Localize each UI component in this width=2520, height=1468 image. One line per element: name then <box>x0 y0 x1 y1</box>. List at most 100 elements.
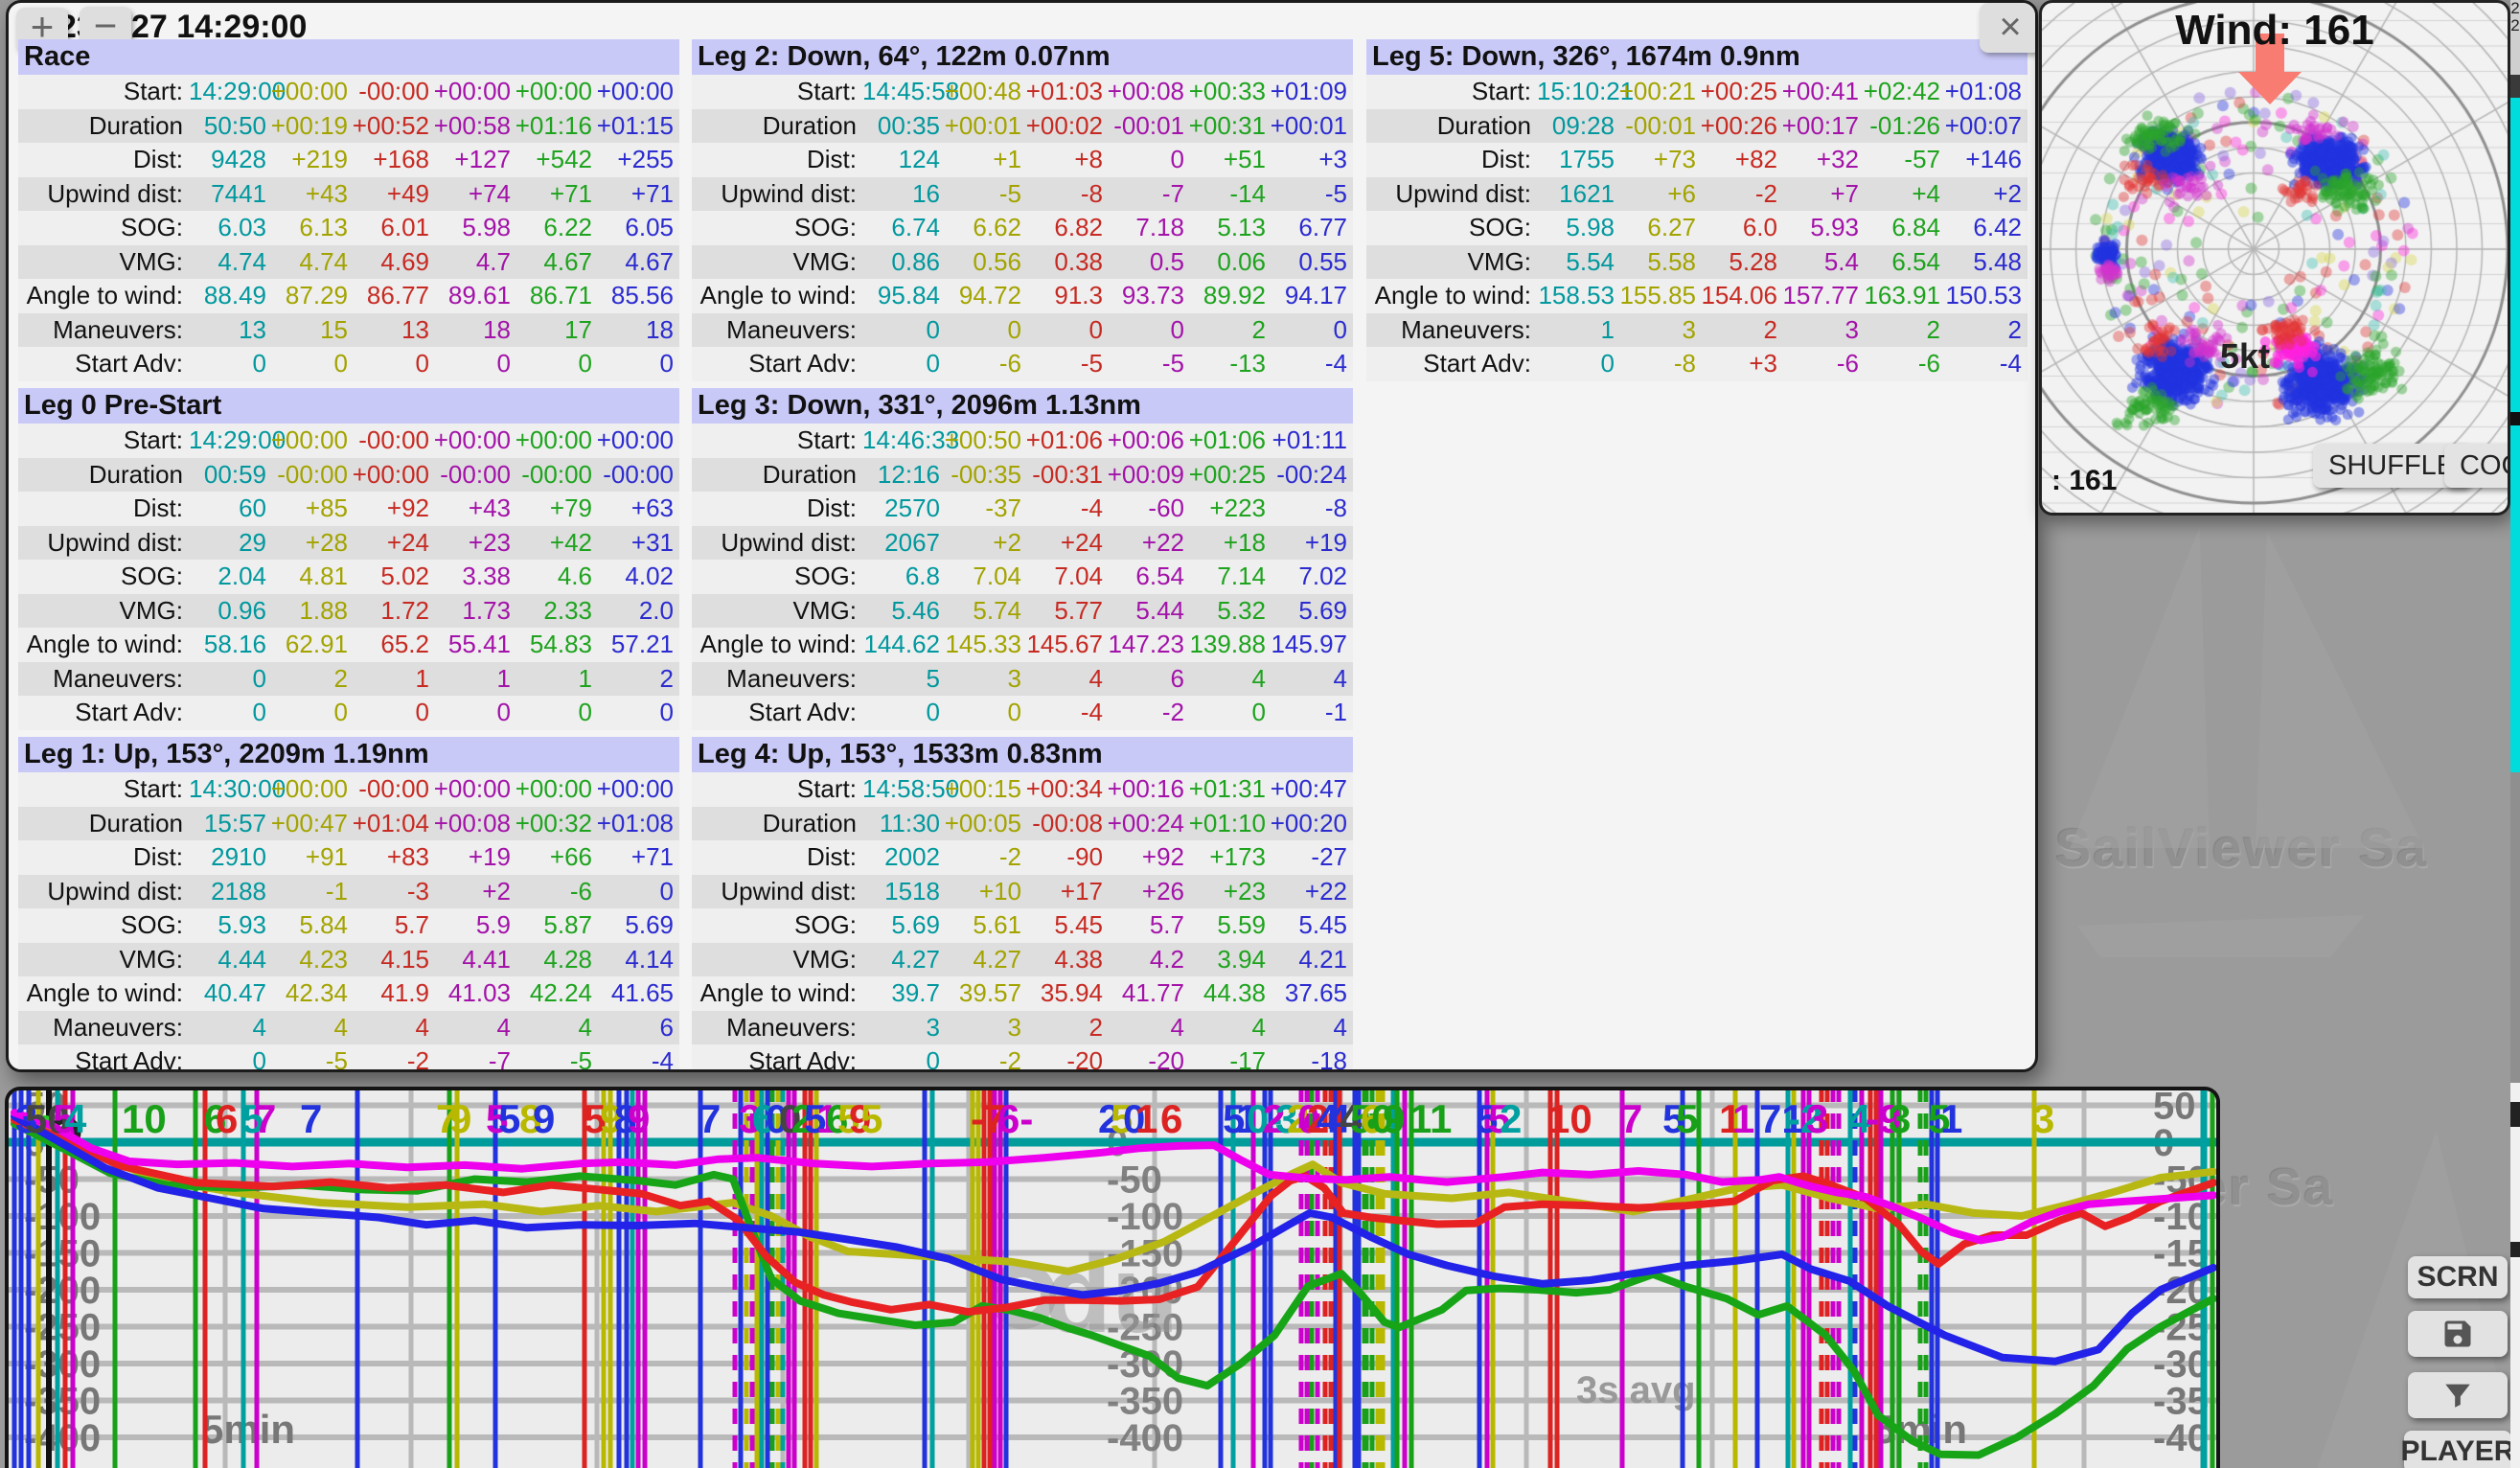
stat-value: 7.02 <box>1270 560 1351 594</box>
stat-value: 0 <box>270 347 352 381</box>
wind-polar-panel: Wind: 161 5kt SHUFFLE COG : 161 <box>2039 0 2510 516</box>
stat-value: 4 <box>1107 1011 1188 1045</box>
svg-text:7: 7 <box>1620 1096 1642 1141</box>
stat-value: 0.38 <box>1025 245 1107 280</box>
stat-row-label: Start Adv: <box>18 347 189 381</box>
svg-text:-15: -15 <box>2153 1233 2209 1275</box>
stat-value: 163.91 <box>1863 279 1944 313</box>
stat-value: +00:50 <box>944 424 1025 458</box>
stat-value: -6 <box>1863 347 1944 381</box>
stat-value: +00:41 <box>1781 75 1863 109</box>
leg-stats-table: Leg 2: Down, 64°, 122m 0.07nmStart:14:45… <box>692 39 1353 381</box>
stat-value: 157.77 <box>1781 279 1863 313</box>
stat-value: 6.05 <box>596 211 677 245</box>
svg-text:9: 9 <box>1383 1096 1405 1141</box>
stat-value: +71 <box>515 177 596 212</box>
stat-row-label: Maneuvers: <box>18 1011 189 1045</box>
stat-row: Duration00:59-00:00+00:00-00:00-00:00-00… <box>18 458 679 493</box>
stat-value: 2 <box>1188 313 1270 348</box>
stat-value: +01:11 <box>1270 424 1351 458</box>
stat-value: 4.81 <box>270 560 352 594</box>
stat-row-label: Angle to wind: <box>18 976 189 1011</box>
stat-row-label: VMG: <box>692 594 862 629</box>
stat-value: 41.9 <box>352 976 433 1011</box>
stat-value: 4.23 <box>270 943 352 977</box>
stat-row: Upwind dist:2067+2+24+22+18+19 <box>692 526 1353 561</box>
stat-value: -00:00 <box>515 458 596 493</box>
gain-loss-chart-panel[interactable]: 500-50-100-150-200-250-300-350-4000-50-1… <box>5 1087 2220 1468</box>
stat-value: 91.3 <box>1025 279 1107 313</box>
stat-value: +85 <box>270 492 352 526</box>
leg-stats-table: Leg 0 Pre-StartStart:14:29:00+00:00-00:0… <box>18 388 679 730</box>
stat-value: -4 <box>1025 696 1107 730</box>
stat-value: +00:19 <box>270 109 352 144</box>
stat-value: 0 <box>944 313 1025 348</box>
stat-value: -2 <box>944 840 1025 875</box>
stat-value: 6.8 <box>862 560 944 594</box>
stat-value: -00:24 <box>1270 458 1351 493</box>
stat-value: 88.49 <box>189 279 270 313</box>
stat-value: 2910 <box>189 840 270 875</box>
stat-row: Duration15:57+00:47+01:04+00:08+00:32+01… <box>18 807 679 841</box>
stat-value: 57.21 <box>596 628 677 662</box>
gain-loss-chart[interactable]: 500-50-100-150-200-250-300-350-4000-50-1… <box>5 1087 2220 1468</box>
cog-button[interactable]: COG <box>2444 444 2510 488</box>
stat-value: 15 <box>270 313 352 348</box>
stat-row: Duration50:50+00:19+00:52+00:58+01:16+01… <box>18 109 679 144</box>
stat-value: 5.69 <box>862 908 944 943</box>
stat-value: +2 <box>944 526 1025 561</box>
stat-row: Start Adv:0-6-5-5-13-4 <box>692 347 1353 381</box>
stat-value: 145.67 <box>1025 628 1107 662</box>
stat-value: 6.42 <box>1944 211 2026 245</box>
stat-value: -4 <box>1270 347 1351 381</box>
stat-row: Dist:2002-2-90+92+173-27 <box>692 840 1353 875</box>
leg-stats-table: RaceStart:14:29:00+00:00-00:00+00:00+00:… <box>18 39 679 381</box>
stat-value: 93.73 <box>1107 279 1188 313</box>
stat-value: 5.74 <box>944 594 1025 629</box>
stat-row-label: Angle to wind: <box>1366 279 1537 313</box>
stat-value: +00:00 <box>433 75 515 109</box>
filter-button[interactable] <box>2408 1372 2508 1418</box>
stat-value: -00:08 <box>1025 807 1107 841</box>
stat-value: +3 <box>1700 347 1781 381</box>
stat-value: +23 <box>1188 875 1270 909</box>
svg-text:11: 11 <box>1409 1096 1452 1141</box>
stat-row-label: SOG: <box>18 211 189 245</box>
save-button[interactable] <box>2408 1311 2508 1357</box>
stat-value: 145.33 <box>944 628 1025 662</box>
stat-value: 6.01 <box>352 211 433 245</box>
stat-value: +146 <box>1944 143 2026 177</box>
stat-value: -4 <box>1944 347 2026 381</box>
stat-value: 13 <box>352 313 433 348</box>
stat-value: -37 <box>944 492 1025 526</box>
player-button[interactable]: PLAYER <box>2404 1431 2511 1468</box>
svg-text:1: 1 <box>1135 1096 1157 1141</box>
stat-value: 0 <box>189 696 270 730</box>
scrn-button[interactable]: SCRN <box>2408 1256 2508 1298</box>
stat-value: -1 <box>270 875 352 909</box>
stat-value: +00:33 <box>1188 75 1270 109</box>
stat-value: -00:00 <box>352 75 433 109</box>
stat-row-label: VMG: <box>18 594 189 629</box>
svg-text:7: 7 <box>300 1096 322 1141</box>
stat-row-label: Start Adv: <box>1366 347 1537 381</box>
stat-value: +00:01 <box>1270 109 1351 144</box>
stat-value: 7.18 <box>1107 211 1188 245</box>
stat-value: 4 <box>352 1011 433 1045</box>
stat-row: Start:14:29:00+00:00-00:00+00:00+00:00+0… <box>18 424 679 458</box>
stat-row-label: Duration <box>18 807 189 841</box>
stat-row: Start:15:10:21+00:21+00:25+00:41+02:42+0… <box>1366 75 2027 109</box>
stat-value: 4.27 <box>862 943 944 977</box>
stat-value: 2 <box>1944 313 2026 348</box>
stat-row-label: SOG: <box>692 908 862 943</box>
stat-row-label: Upwind dist: <box>18 875 189 909</box>
stat-value: +255 <box>596 143 677 177</box>
stat-value: +24 <box>352 526 433 561</box>
stat-value: -8 <box>1025 177 1107 212</box>
stat-value: 6.0 <box>1700 211 1781 245</box>
close-button[interactable]: × <box>1980 3 2038 53</box>
stat-value: -8 <box>1270 492 1351 526</box>
stat-row-label: VMG: <box>692 245 862 280</box>
stat-value: 144.62 <box>862 628 944 662</box>
stat-row: VMG:0.860.560.380.50.060.55 <box>692 245 1353 280</box>
